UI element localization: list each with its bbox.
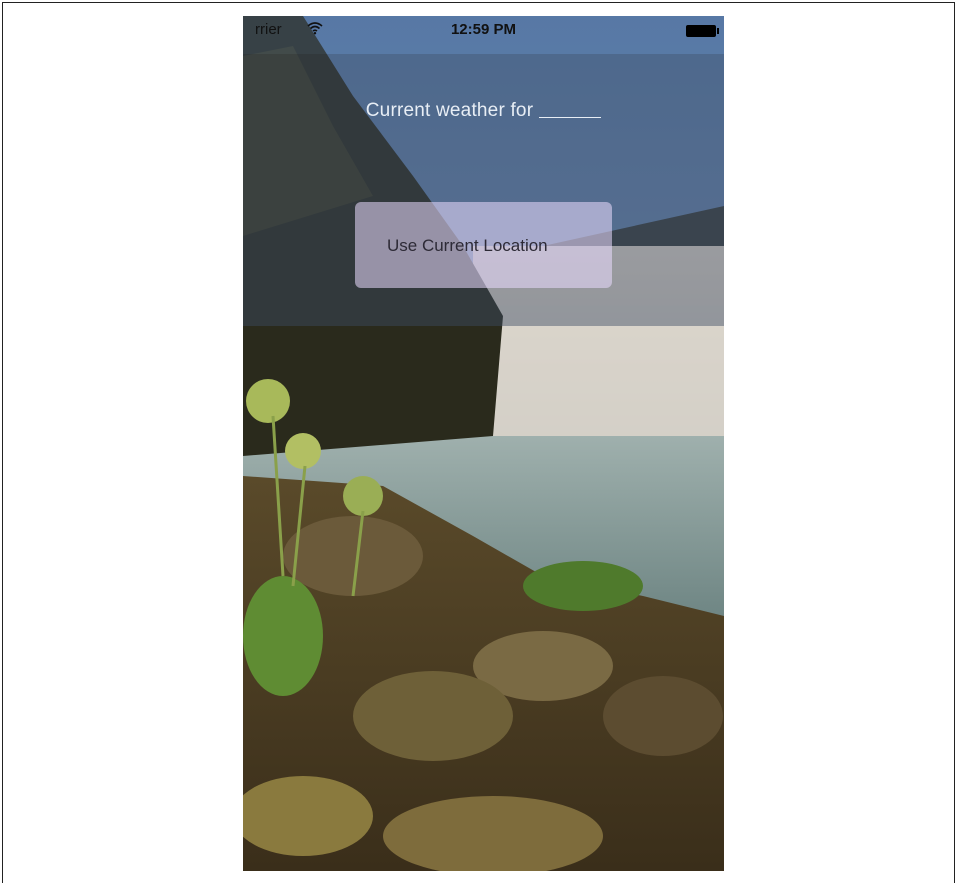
status-time: 12:59 PM (450, 21, 517, 38)
headline-text: Current weather for (365, 100, 534, 121)
page-border-left (2, 2, 3, 883)
phone-screen: rrier 12:59 PM Current weather for Use C… (243, 16, 724, 871)
weather-headline: Current weather for (243, 100, 724, 122)
battery-icon (686, 25, 719, 37)
use-current-location-button[interactable]: Use Current Location (355, 202, 612, 288)
page-border-top (2, 2, 955, 3)
status-bar: rrier 12:59 PM (243, 16, 724, 54)
location-blank (539, 100, 602, 118)
page-border-right (954, 2, 955, 883)
location-button-label: Use Current Location (387, 236, 548, 255)
